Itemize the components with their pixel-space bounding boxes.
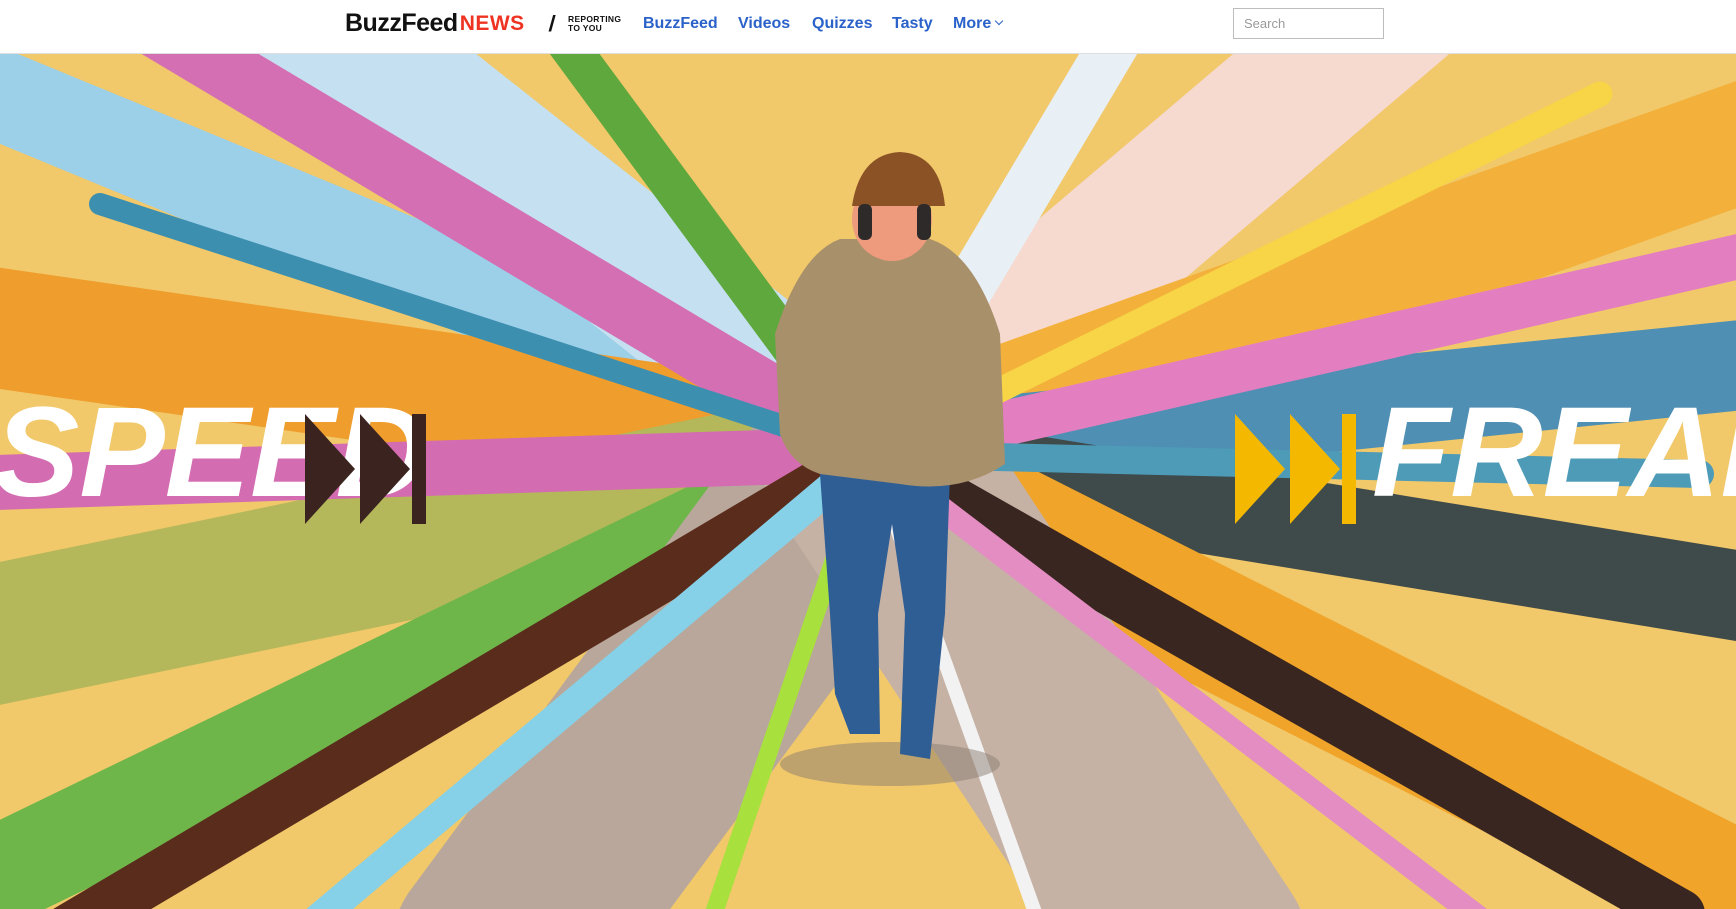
nav-tasty[interactable]: Tasty: [892, 14, 933, 34]
nav-more-label: More: [953, 15, 992, 32]
logo-brand: BuzzFeed: [345, 9, 458, 37]
logo-tagline: REPORTING TO YOU: [568, 15, 621, 33]
nav-more[interactable]: More: [953, 14, 1004, 34]
search-input[interactable]: [1233, 8, 1384, 39]
nav-buzzfeed[interactable]: BuzzFeed: [643, 14, 718, 34]
chevron-down-icon: [994, 16, 1004, 26]
top-nav-bar: BuzzFeed NEWS / REPORTING TO YOU BuzzFee…: [0, 0, 1736, 54]
logo-divider: /: [547, 11, 557, 36]
logo-section: NEWS: [459, 12, 525, 35]
hero-word-freaks: FREAKS: [1372, 381, 1736, 524]
nav-videos[interactable]: Videos: [738, 14, 790, 34]
tagline-line-2: TO YOU: [568, 23, 603, 33]
nav-quizzes[interactable]: Quizzes: [812, 14, 872, 34]
buzzfeed-news-logo[interactable]: BuzzFeed NEWS: [345, 10, 525, 36]
hero-illustration[interactable]: SPEED FREAKS: [0, 54, 1736, 909]
hero-artwork: SPEED FREAKS: [0, 54, 1736, 909]
